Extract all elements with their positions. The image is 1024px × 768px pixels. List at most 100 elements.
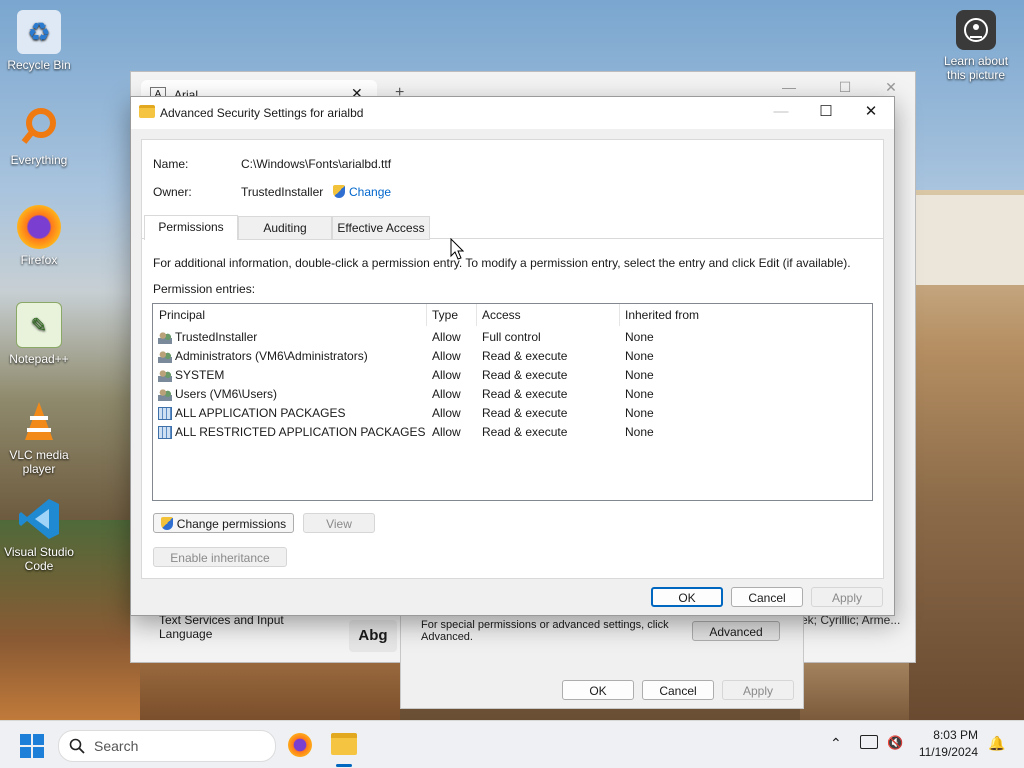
name-label: Name:: [153, 157, 189, 171]
network-icon[interactable]: [860, 735, 878, 749]
change-owner-link[interactable]: Change: [333, 185, 391, 199]
dialog-titlebar[interactable]: Advanced Security Settings for arialbd —…: [131, 97, 894, 129]
cell-type: Allow: [432, 330, 461, 344]
maximize-icon[interactable]: ☐: [827, 76, 863, 98]
owner-label: Owner:: [153, 185, 192, 199]
column-header-inherited[interactable]: Inherited from: [625, 308, 699, 322]
vlc-cone-icon: [17, 400, 61, 444]
taskbar-firefox-icon[interactable]: [288, 733, 312, 757]
column-header-type[interactable]: Type: [432, 308, 458, 322]
search-icon: [69, 738, 85, 754]
cell-access: Read & execute: [482, 406, 568, 420]
text-services-label[interactable]: Text Services and Input Language: [159, 613, 309, 641]
maximize-icon[interactable]: ☐: [803, 97, 849, 127]
dialog-content-panel: Name: C:\Windows\Fonts\arialbd.ttf Owner…: [141, 139, 884, 579]
cell-type: Allow: [432, 425, 461, 439]
cell-access: Read & execute: [482, 368, 568, 382]
learn-about-picture-label: Learn about this picture: [943, 54, 1009, 82]
cell-inherited: None: [625, 349, 654, 363]
desktop-icon-notepadpp[interactable]: ✎ Notepad++: [1, 302, 77, 366]
cell-type: Allow: [432, 349, 461, 363]
cell-inherited: None: [625, 406, 654, 420]
table-row[interactable]: ALL APPLICATION PACKAGES Allow Read & ex…: [153, 404, 872, 423]
column-header-principal[interactable]: Principal: [159, 308, 205, 322]
desktop-icon-everything[interactable]: Everything: [1, 105, 77, 167]
uac-shield-icon: [333, 185, 345, 198]
cell-type: Allow: [432, 368, 461, 382]
cell-principal: Administrators (VM6\Administrators): [175, 349, 368, 363]
windows-start-icon[interactable]: [20, 734, 44, 758]
tab-effective-access[interactable]: Effective Access: [332, 216, 430, 240]
app-package-icon: [158, 426, 172, 439]
cancel-button[interactable]: Cancel: [731, 587, 803, 607]
tab-auditing[interactable]: Auditing: [238, 216, 332, 240]
cell-inherited: None: [625, 368, 654, 382]
clock-date[interactable]: 11/19/2024: [912, 745, 978, 759]
lower-cancel-button[interactable]: Cancel: [642, 680, 714, 700]
change-permissions-button[interactable]: Change permissions: [153, 513, 294, 533]
cell-principal: ALL RESTRICTED APPLICATION PACKAGES: [175, 425, 426, 439]
cell-principal: SYSTEM: [175, 368, 225, 382]
taskbar-file-explorer-icon[interactable]: [331, 733, 357, 755]
desktop-icon-vlc[interactable]: VLC media player: [1, 400, 77, 476]
background-hill-right: [800, 660, 910, 720]
owner-value: TrustedInstaller: [241, 185, 324, 199]
uac-shield-icon: [160, 517, 173, 530]
table-row[interactable]: SYSTEM Allow Read & execute None: [153, 366, 872, 385]
advanced-button[interactable]: Advanced: [692, 621, 780, 641]
firefox-icon: [17, 205, 61, 249]
cell-principal: ALL APPLICATION PACKAGES: [175, 406, 346, 420]
permission-entries-list[interactable]: Principal Type Access Inherited from Tru…: [152, 303, 873, 501]
cell-principal: TrustedInstaller: [175, 330, 258, 344]
column-separator: [476, 304, 477, 326]
close-icon[interactable]: ✕: [848, 97, 894, 127]
change-permissions-label: Change permissions: [176, 517, 287, 531]
speaker-muted-icon[interactable]: 🔇: [887, 735, 903, 751]
app-package-icon: [158, 407, 172, 420]
column-header-access[interactable]: Access: [482, 308, 521, 322]
taskbar: Search ⌃ 🔇 8:03 PM 11/19/2024 🔔: [0, 720, 1024, 768]
learn-about-picture[interactable]: Learn about this picture: [936, 10, 1016, 82]
cell-inherited: None: [625, 330, 654, 344]
lower-ok-button[interactable]: OK: [562, 680, 634, 700]
font-preview-abg: Abg: [349, 620, 397, 652]
users-icon: [158, 369, 172, 382]
mouse-cursor-icon: [450, 238, 464, 260]
table-row[interactable]: Administrators (VM6\Administrators) Allo…: [153, 347, 872, 366]
desktop-icon-recycle-bin[interactable]: ♻ Recycle Bin: [1, 10, 77, 72]
notepad-icon: ✎: [16, 302, 62, 348]
cell-access: Read & execute: [482, 349, 568, 363]
ok-button[interactable]: OK: [651, 587, 723, 607]
security-properties-dialog: For special permissions or advanced sett…: [400, 605, 804, 709]
desktop-icon-vscode[interactable]: Visual Studio Code: [1, 497, 77, 573]
dialog-title: Advanced Security Settings for arialbd: [160, 106, 364, 120]
cell-access: Full control: [482, 330, 541, 344]
cell-inherited: None: [625, 425, 654, 439]
chevron-up-icon[interactable]: ⌃: [830, 735, 842, 752]
table-row[interactable]: ALL RESTRICTED APPLICATION PACKAGES Allo…: [153, 423, 872, 442]
clock-time[interactable]: 8:03 PM: [912, 728, 978, 742]
tab-permissions[interactable]: Permissions: [144, 215, 238, 240]
minimize-icon: —: [773, 103, 789, 120]
desktop-icon-label: Everything: [10, 153, 68, 167]
view-button: View: [303, 513, 375, 533]
cell-inherited: None: [625, 387, 654, 401]
close-icon[interactable]: ✕: [873, 76, 909, 98]
notification-bell-icon[interactable]: 🔔: [988, 735, 1005, 752]
minimize-icon[interactable]: —: [771, 76, 807, 98]
desktop-icon-firefox[interactable]: Firefox: [1, 205, 77, 267]
users-icon: [158, 331, 172, 344]
background-hill-bottom: [140, 660, 400, 720]
table-row[interactable]: TrustedInstaller Allow Full control None: [153, 328, 872, 347]
table-row[interactable]: Users (VM6\Users) Allow Read & execute N…: [153, 385, 872, 404]
desktop-icon-label: VLC media player: [9, 448, 69, 476]
background-houses: [914, 195, 1024, 285]
desktop-icon-label: Notepad++: [9, 352, 69, 366]
users-icon: [158, 388, 172, 401]
list-header: Principal Type Access Inherited from: [153, 304, 872, 326]
taskbar-search-box[interactable]: Search: [58, 730, 276, 762]
desktop-icon-label: Visual Studio Code: [4, 545, 74, 573]
column-separator: [619, 304, 620, 326]
cell-type: Allow: [432, 387, 461, 401]
name-value[interactable]: C:\Windows\Fonts\arialbd.ttf: [241, 157, 391, 171]
